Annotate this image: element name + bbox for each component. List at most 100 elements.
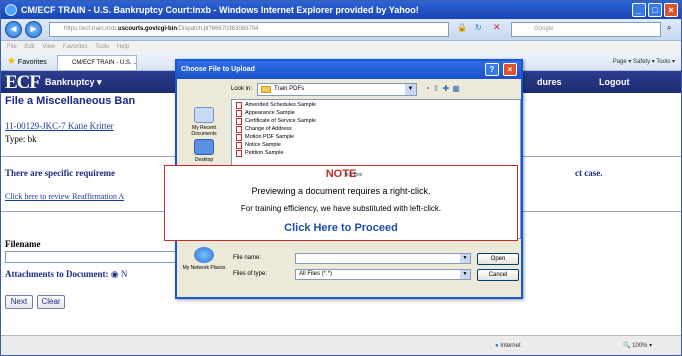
menu-bar[interactable]: File Edit View Favorites Tools Help xyxy=(1,41,681,53)
lock-icon[interactable]: 🔒 xyxy=(457,23,467,32)
browser-window: CM/ECF TRAIN - U.S. Bankruptcy Court:inx… xyxy=(0,0,682,356)
refresh-icon[interactable]: ↻ xyxy=(475,23,482,32)
clear-button[interactable]: Clear xyxy=(37,295,65,309)
pdf-icon xyxy=(236,150,242,157)
attachments-text: Attachments to Document: xyxy=(5,269,109,279)
stop-icon[interactable]: ✕ xyxy=(493,22,501,33)
list-item[interactable]: Appearance Sample xyxy=(236,110,295,117)
attachments-label: Attachments to Document: ◉ N xyxy=(5,269,127,280)
note-line-2: For training efficiency, we have substit… xyxy=(240,204,442,213)
list-item[interactable]: Notice Sample xyxy=(236,142,281,149)
note-title: NOTE xyxy=(325,168,357,180)
pdf-icon xyxy=(236,142,242,149)
list-item[interactable]: Certificate of Service Sample xyxy=(236,118,316,125)
ecf-logo: ECF xyxy=(5,72,41,93)
star-icon: ★ xyxy=(7,56,16,67)
file-name: Motion PDF Sample xyxy=(245,134,295,140)
pdf-icon xyxy=(236,126,242,133)
pdf-icon xyxy=(236,118,242,125)
chevron-down-icon[interactable]: ▼ xyxy=(405,84,416,95)
forward-button[interactable]: ► xyxy=(25,21,42,38)
page-title: File a Miscellaneous Ban xyxy=(5,95,136,107)
place-label: My Network Places xyxy=(182,265,226,271)
recent-documents-icon xyxy=(194,107,214,123)
url-input[interactable]: https://ecf-train.inxb.uscourts.gov/cgi-… xyxy=(49,22,449,37)
ie-logo-icon xyxy=(5,4,17,16)
open-button[interactable]: Open xyxy=(477,253,519,265)
desktop-icon xyxy=(194,139,214,155)
chevron-down-icon[interactable]: ▼ xyxy=(460,270,470,279)
window-titlebar: CM/ECF TRAIN - U.S. Bankruptcy Court:inx… xyxy=(1,1,681,19)
file-name: Amended Schedules Sample xyxy=(245,102,316,108)
command-bar[interactable]: Page ▾ Safety ▾ Tools ▾ xyxy=(613,53,675,71)
url-path: /Dispatch.pl?86670363069704 xyxy=(177,26,259,32)
file-name-input[interactable]: ▼ xyxy=(295,253,471,264)
pdf-icon xyxy=(236,102,242,109)
zoom-value: 100% xyxy=(632,343,648,349)
help-button[interactable]: ? xyxy=(485,63,499,76)
training-note-popup: NOTE lick Box Previewing a document requ… xyxy=(164,165,518,241)
look-in-label: Look in: xyxy=(231,86,253,92)
browser-tab[interactable]: CM/ECF TRAIN - U.S. ... xyxy=(57,55,137,70)
dialog-close-button[interactable]: × xyxy=(503,63,517,76)
place-label: Desktop xyxy=(194,157,214,163)
url-domain: uscourts.gov/cgi-bin xyxy=(118,26,178,32)
radio-icon[interactable]: ◉ N xyxy=(111,269,128,279)
proceed-link[interactable]: Click Here to Proceed xyxy=(165,222,517,234)
favorites-button[interactable]: ★ Favorites xyxy=(7,53,47,72)
minimize-button[interactable]: _ xyxy=(632,3,646,17)
list-item[interactable]: Amended Schedules Sample xyxy=(236,102,316,109)
cancel-button[interactable]: Cancel xyxy=(477,269,519,281)
pdf-icon xyxy=(236,134,242,141)
file-name: Appearance Sample xyxy=(245,110,295,116)
note-line-1: Previewing a document requires a right-c… xyxy=(251,186,431,196)
bankruptcy-menu[interactable]: Bankruptcy ▾ xyxy=(45,77,102,88)
zone-label: Internet xyxy=(500,343,521,349)
pdf-icon xyxy=(236,110,242,117)
requirements-text: There are specific requireme xyxy=(5,168,116,178)
back-button[interactable]: ◄ xyxy=(5,21,22,38)
next-button[interactable]: Next xyxy=(5,295,33,309)
look-in-select[interactable]: Train PDFs ▼ xyxy=(257,83,417,96)
window-title: CM/ECF TRAIN - U.S. Bankruptcy Court:inx… xyxy=(21,5,419,15)
case-link[interactable]: 11-00129-JKC-7 Katie Kritter xyxy=(5,121,114,131)
file-name-label: File name: xyxy=(233,255,262,261)
list-item[interactable]: Change of Address xyxy=(236,126,292,133)
place-label: My Recent Documents xyxy=(191,125,217,137)
internet-zone: ● Internet xyxy=(495,336,521,355)
place-recent[interactable]: My Recent Documents xyxy=(179,107,229,137)
logout-link[interactable]: Logout xyxy=(599,77,630,87)
files-of-type-value: All Files (*.*) xyxy=(299,271,333,277)
reaffirmation-link[interactable]: Click here to review Reaffirmation A xyxy=(5,192,124,201)
address-bar: ◄ ► https://ecf-train.inxb.uscourts.gov/… xyxy=(1,19,681,41)
list-item[interactable]: Motion PDF Sample xyxy=(236,134,294,141)
dialog-title: Choose File to Upload ? × xyxy=(177,61,521,79)
search-icon[interactable]: ⌕ xyxy=(667,23,671,33)
procedures-menu[interactable]: dures xyxy=(537,77,562,87)
dialog-title-text: Choose File to Upload xyxy=(181,66,255,73)
zoom-level[interactable]: 🔍 100% ▾ xyxy=(623,336,652,355)
maximize-button[interactable]: □ xyxy=(648,3,662,17)
filename-label: Filename xyxy=(5,239,41,249)
files-of-type-label: Files of type: xyxy=(233,271,268,277)
network-places-icon xyxy=(194,247,214,263)
status-bar: ● Internet 🔍 100% ▾ xyxy=(1,335,681,355)
dialog-toolbar-icons[interactable]: ◔⇧✚▦ xyxy=(425,84,463,93)
file-name: Change of Address xyxy=(245,126,292,132)
file-name: Notice Sample xyxy=(245,142,281,148)
chevron-down-icon[interactable]: ▼ xyxy=(460,254,470,263)
files-of-type-select[interactable]: All Files (*.*) ▼ xyxy=(295,269,471,280)
requirements-text-tail: ct case. xyxy=(575,168,603,178)
close-window-button[interactable]: × xyxy=(664,3,678,17)
url-prefix: https://ecf-train.inxb. xyxy=(64,26,119,32)
place-network[interactable]: My Network Places xyxy=(179,247,229,271)
favorites-label: Favorites xyxy=(17,59,47,66)
list-item[interactable]: Petition Sample xyxy=(236,150,284,157)
place-desktop[interactable]: Desktop xyxy=(179,139,229,163)
globe-icon: ● xyxy=(495,343,499,349)
filename-input[interactable] xyxy=(5,251,185,263)
case-type: Type: bk xyxy=(5,134,37,144)
look-in-value: Train PDFs xyxy=(274,86,305,92)
search-input[interactable]: Google xyxy=(511,22,661,37)
file-name: Petition Sample xyxy=(245,150,284,156)
